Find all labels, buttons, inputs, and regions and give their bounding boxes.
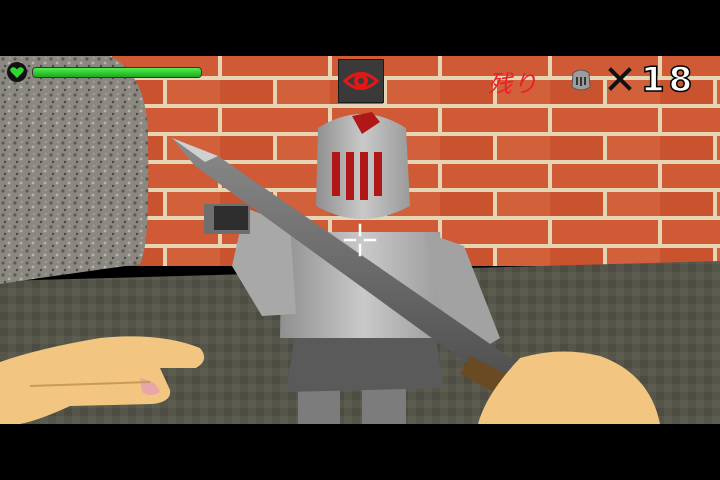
remaining-enemies-counter: 残り 18 — [488, 59, 713, 101]
knight-head-icon — [571, 69, 591, 91]
crosshair-icon — [343, 223, 377, 257]
remaining-label: 残り — [488, 70, 538, 98]
health-fill — [33, 68, 201, 77]
times-icon — [608, 67, 632, 91]
remaining-count: 18 — [640, 59, 697, 101]
rock-pillar — [0, 56, 149, 284]
health-bar — [6, 62, 202, 82]
eye-icon — [342, 72, 380, 90]
game-screen[interactable]: 残り 18 — [0, 0, 720, 480]
detection-indicator — [338, 59, 384, 103]
health-track — [32, 67, 202, 78]
heart-icon — [7, 62, 27, 82]
